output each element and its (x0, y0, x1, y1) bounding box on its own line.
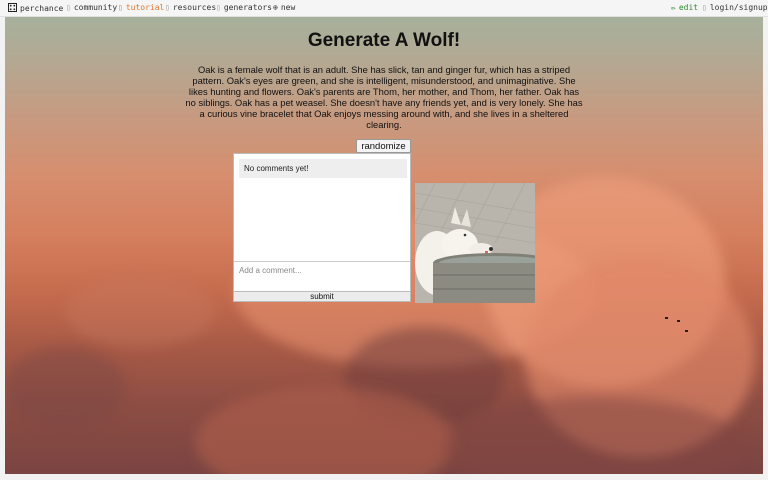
nav-community-link[interactable]: ▯ community (66, 3, 117, 12)
user-icon: ▯ (702, 3, 707, 12)
nav-new-label: new (280, 3, 296, 12)
nav-resources-label: resources (172, 3, 217, 12)
wolf-description: Oak is a female wolf that is an adult. S… (185, 64, 583, 130)
nav-edit-link[interactable]: ✏ edit (671, 3, 698, 12)
nav-login-link[interactable]: ▯ login/signup (702, 3, 768, 12)
nav-tutorial-link[interactable]: ▯ tutorial (118, 3, 164, 12)
comments-panel: No comments yet! submit (233, 153, 411, 302)
dice-icon (8, 3, 17, 13)
pencil-icon: ✏ (671, 3, 676, 12)
plus-circle-icon: ⊕ (273, 3, 278, 12)
book-icon: ▯ (118, 3, 123, 12)
nav-tutorial-label: tutorial (125, 3, 165, 12)
chat-icon: ▯ (66, 3, 71, 12)
no-comments-message: No comments yet! (239, 159, 407, 178)
nav-edit-label: edit (678, 3, 699, 12)
page-title: Generate A Wolf! (307, 30, 461, 51)
nav-home-link[interactable]: perchance (8, 3, 63, 13)
nav-resources-link[interactable]: ▯ resources (165, 3, 216, 12)
comment-input[interactable] (234, 261, 410, 291)
list-icon: ▯ (216, 3, 221, 12)
top-nav-bar: perchance ▯ community ▯ tutorial ▯ resource… (0, 0, 768, 17)
nav-generators-link[interactable]: ▯ generators (216, 3, 272, 12)
wolf-image (415, 183, 535, 303)
randomize-button[interactable]: randomize (356, 139, 411, 153)
link-icon: ▯ (165, 3, 170, 12)
submit-button[interactable]: submit (234, 291, 410, 301)
nav-home-label: perchance (20, 4, 64, 13)
nav-community-label: community (73, 3, 118, 12)
nav-login-label: login/signup (709, 3, 768, 12)
nav-new-link[interactable]: ⊕ new (273, 3, 295, 12)
nav-generators-label: generators (223, 3, 272, 12)
